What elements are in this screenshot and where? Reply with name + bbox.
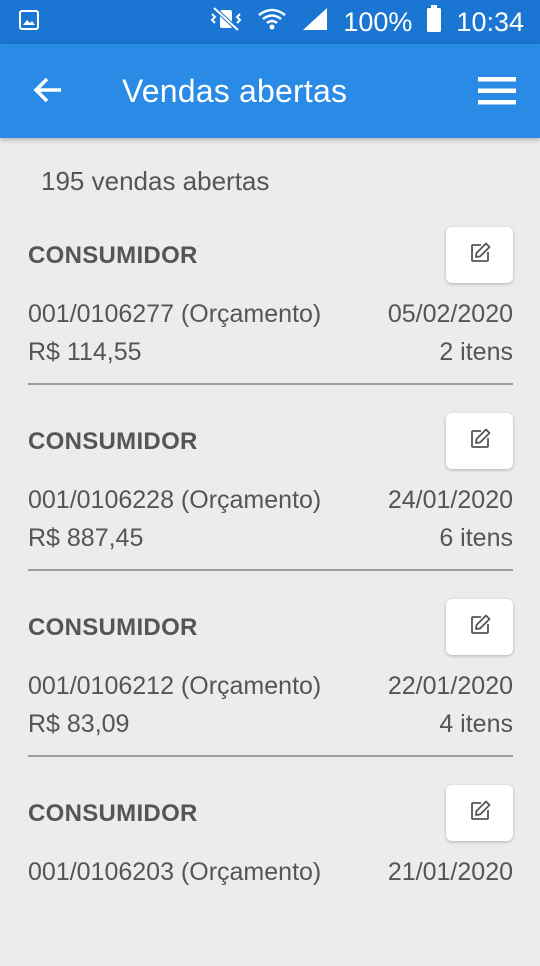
arrow-left-icon bbox=[32, 74, 64, 111]
order-total: R$ 83,09 bbox=[28, 710, 130, 738]
edit-icon bbox=[468, 241, 492, 270]
order-date: 22/01/2020 bbox=[387, 672, 513, 700]
order-date: 21/01/2020 bbox=[387, 858, 513, 886]
customer-name: CONSUMIDOR bbox=[28, 614, 198, 641]
status-left bbox=[18, 9, 40, 36]
menu-button[interactable] bbox=[478, 75, 518, 109]
item-count: 4 itens bbox=[439, 710, 513, 738]
order-number: 001/0106212 (Orçamento) bbox=[28, 672, 322, 700]
order-total: R$ 887,45 bbox=[28, 524, 144, 552]
order-number: 001/0106277 (Orçamento) bbox=[28, 300, 322, 328]
back-button[interactable] bbox=[30, 74, 66, 110]
divider bbox=[28, 755, 513, 757]
divider bbox=[28, 569, 513, 571]
edit-button[interactable] bbox=[446, 227, 513, 283]
clock: 10:34 bbox=[456, 6, 524, 37]
order-date: 05/02/2020 bbox=[387, 300, 513, 328]
order-total: R$ 114,55 bbox=[28, 338, 142, 366]
cell-signal-icon bbox=[301, 6, 329, 39]
sales-list: CONSUMIDOR 001/0106277 (Orçamento) 05/02… bbox=[0, 222, 540, 966]
customer-name: CONSUMIDOR bbox=[28, 428, 198, 455]
customer-name: CONSUMIDOR bbox=[28, 800, 198, 827]
battery-icon bbox=[426, 4, 442, 40]
edit-icon bbox=[468, 799, 492, 828]
edit-button[interactable] bbox=[446, 599, 513, 655]
gallery-notification-icon bbox=[18, 9, 40, 36]
hamburger-menu-icon bbox=[478, 77, 516, 111]
edit-icon bbox=[468, 613, 492, 642]
edit-icon bbox=[468, 427, 492, 456]
order-number: 001/0106228 (Orçamento) bbox=[28, 486, 322, 514]
page-title: Vendas abertas bbox=[122, 73, 348, 109]
vibrate-mute-icon bbox=[209, 6, 243, 39]
sales-count: 195 vendas abertas bbox=[41, 166, 270, 196]
status-bar: 100% 10:34 bbox=[0, 0, 540, 44]
order-number: 001/0106203 (Orçamento) bbox=[28, 858, 322, 886]
wifi-icon bbox=[257, 6, 287, 39]
divider bbox=[28, 383, 513, 385]
edit-button[interactable] bbox=[446, 413, 513, 469]
app-bar: Vendas abertas bbox=[0, 44, 540, 138]
edit-button[interactable] bbox=[446, 785, 513, 841]
sale-item[interactable]: CONSUMIDOR 001/0106212 (Orçamento) 22/01… bbox=[0, 594, 540, 780]
sale-item[interactable]: CONSUMIDOR 001/0106228 (Orçamento) 24/01… bbox=[0, 408, 540, 594]
item-count: 2 itens bbox=[439, 338, 513, 366]
battery-percent: 100% bbox=[343, 6, 413, 37]
sale-item[interactable]: CONSUMIDOR 001/0106277 (Orçamento) 05/02… bbox=[0, 222, 540, 408]
status-right: 100% 10:34 bbox=[209, 4, 524, 40]
sale-item[interactable]: CONSUMIDOR 001/0106203 (Orçamento) 21/01… bbox=[0, 780, 540, 966]
order-date: 24/01/2020 bbox=[387, 486, 513, 514]
item-count: 6 itens bbox=[439, 524, 513, 552]
customer-name: CONSUMIDOR bbox=[28, 242, 198, 269]
